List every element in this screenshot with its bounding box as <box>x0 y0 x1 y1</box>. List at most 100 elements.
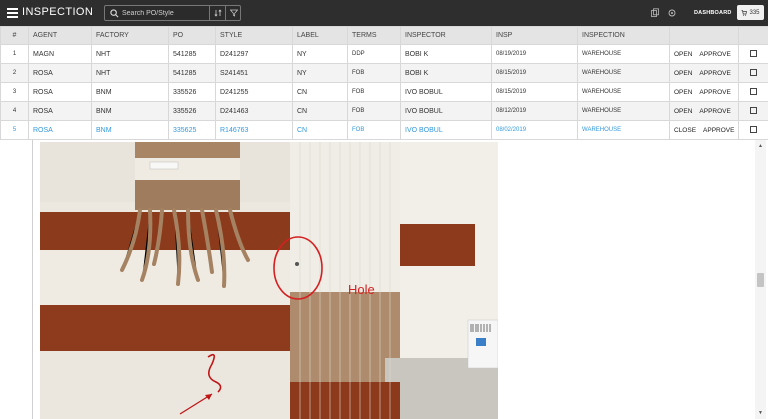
search-input[interactable] <box>122 7 210 19</box>
cell-insp: 08/12/2019 <box>491 101 578 121</box>
cell-agent: ROSA <box>28 63 92 83</box>
panel-scrollbar[interactable]: ▲ ▼ <box>755 140 766 419</box>
cell-actions: OPEN APPROVE <box>669 82 739 102</box>
scroll-up-icon[interactable]: ▲ <box>758 143 763 149</box>
scroll-thumb[interactable] <box>757 273 764 287</box>
cell-actions: OPEN APPROVE <box>669 101 739 121</box>
badge-count: 335 <box>749 9 760 16</box>
cell-factory: BNM <box>91 120 169 140</box>
cell-inspection: WAREHOUSE <box>577 82 670 102</box>
table-row[interactable]: 3 ROSA BNM 335526 D241255 CN FOB IVO BOB… <box>0 82 768 102</box>
approve-button[interactable]: APPROVE <box>699 89 730 96</box>
cell-inspection: WAREHOUSE <box>577 120 670 140</box>
approve-button[interactable]: APPROVE <box>699 51 730 58</box>
sort-button[interactable] <box>209 6 225 20</box>
cell-num: 2 <box>0 63 29 83</box>
col-header-num[interactable]: # <box>0 26 29 45</box>
cell-label: NY <box>292 44 348 64</box>
cell-style: R146763 <box>215 120 293 140</box>
search-box <box>104 5 241 21</box>
col-header-select <box>738 26 768 45</box>
table-row[interactable]: 4 ROSA BNM 335526 D241463 CN FOB IVO BOB… <box>0 101 768 121</box>
col-header-inspection[interactable]: INSPECTION <box>577 26 670 45</box>
row-checkbox[interactable] <box>750 106 757 114</box>
cell-agent: ROSA <box>28 101 92 121</box>
scroll-down-icon[interactable]: ▼ <box>758 410 763 416</box>
status-button[interactable]: OPEN <box>674 108 692 115</box>
cell-inspection: WAREHOUSE <box>577 44 670 64</box>
cell-insp: 08/19/2019 <box>491 44 578 64</box>
cell-factory: NHT <box>91 44 169 64</box>
cell-insp: 08/15/2019 <box>491 63 578 83</box>
cell-label: NY <box>292 63 348 83</box>
approve-button[interactable]: APPROVE <box>699 108 730 115</box>
row-checkbox[interactable] <box>750 68 757 76</box>
cell-inspector: IVO BOBUL <box>400 101 492 121</box>
cell-terms: FOB <box>347 82 401 102</box>
cell-agent: ROSA <box>28 120 92 140</box>
search-icon <box>110 9 119 18</box>
cell-actions: OPEN APPROVE <box>669 63 739 83</box>
gear-icon[interactable] <box>667 8 677 18</box>
menu-icon[interactable] <box>7 8 18 18</box>
status-button[interactable]: CLOSE <box>674 127 696 134</box>
cell-num: 1 <box>0 44 29 64</box>
table-row[interactable]: 1 MAGN NHT 541285 D241297 NY DDP BOBI K … <box>0 44 768 64</box>
top-bar: INSPECTION DASHBOARD <box>0 0 768 26</box>
col-header-insp[interactable]: INSP <box>491 26 578 45</box>
col-header-actions <box>669 26 739 45</box>
cell-agent: MAGN <box>28 44 92 64</box>
app-title: INSPECTION <box>22 6 94 18</box>
dashboard-link[interactable]: DASHBOARD <box>694 10 732 16</box>
approve-button[interactable]: APPROVE <box>703 127 734 134</box>
inspection-photo[interactable]: Hole <box>40 142 498 419</box>
filter-button[interactable] <box>225 6 241 20</box>
status-button[interactable]: OPEN <box>674 51 692 58</box>
cell-factory: BNM <box>91 101 169 121</box>
table-header: # AGENT FACTORY PO STYLE LABEL TERMS INS… <box>0 26 768 45</box>
cell-agent: ROSA <box>28 82 92 102</box>
cell-po: 335625 <box>168 120 216 140</box>
col-header-po[interactable]: PO <box>168 26 216 45</box>
cell-num: 3 <box>0 82 29 102</box>
copy-icon[interactable] <box>650 8 660 18</box>
cell-insp: 08/15/2019 <box>491 82 578 102</box>
table-row[interactable]: 2 ROSA NHT 541285 S241451 NY FOB BOBI K … <box>0 63 768 83</box>
cell-style: D241297 <box>215 44 293 64</box>
row-checkbox[interactable] <box>750 125 757 133</box>
cell-num: 5 <box>0 120 29 140</box>
status-button[interactable]: OPEN <box>674 70 692 77</box>
row-checkbox[interactable] <box>750 49 757 57</box>
cell-po: 335526 <box>168 82 216 102</box>
row-checkbox[interactable] <box>750 87 757 95</box>
cell-num: 4 <box>0 101 29 121</box>
col-header-agent[interactable]: AGENT <box>28 26 92 45</box>
cell-inspection: WAREHOUSE <box>577 101 670 121</box>
cell-terms: FOB <box>347 120 401 140</box>
status-button[interactable]: OPEN <box>674 89 692 96</box>
cell-actions: OPEN APPROVE <box>669 44 739 64</box>
col-header-terms[interactable]: TERMS <box>347 26 401 45</box>
cell-label: CN <box>292 101 348 121</box>
cell-terms: DDP <box>347 44 401 64</box>
col-header-factory[interactable]: FACTORY <box>91 26 169 45</box>
approve-button[interactable]: APPROVE <box>699 70 730 77</box>
cell-inspector: BOBI K <box>400 44 492 64</box>
col-header-label[interactable]: LABEL <box>292 26 348 45</box>
cell-po: 541285 <box>168 63 216 83</box>
cell-terms: FOB <box>347 63 401 83</box>
cell-style: D241255 <box>215 82 293 102</box>
col-header-inspector[interactable]: INSPECTOR <box>400 26 492 45</box>
cell-label: CN <box>292 82 348 102</box>
cart-badge[interactable]: 335 <box>737 5 764 20</box>
table-row-selected[interactable]: 5 ROSA BNM 335625 R146763 CN FOB IVO BOB… <box>0 120 768 140</box>
cell-po: 541285 <box>168 44 216 64</box>
col-header-style[interactable]: STYLE <box>215 26 293 45</box>
cell-terms: FOB <box>347 101 401 121</box>
cart-icon <box>741 9 748 16</box>
cell-style: S241451 <box>215 63 293 83</box>
sort-icon <box>213 9 222 17</box>
cell-label: CN <box>292 120 348 140</box>
cell-select <box>738 120 768 140</box>
inspection-table: # AGENT FACTORY PO STYLE LABEL TERMS INS… <box>0 26 768 140</box>
